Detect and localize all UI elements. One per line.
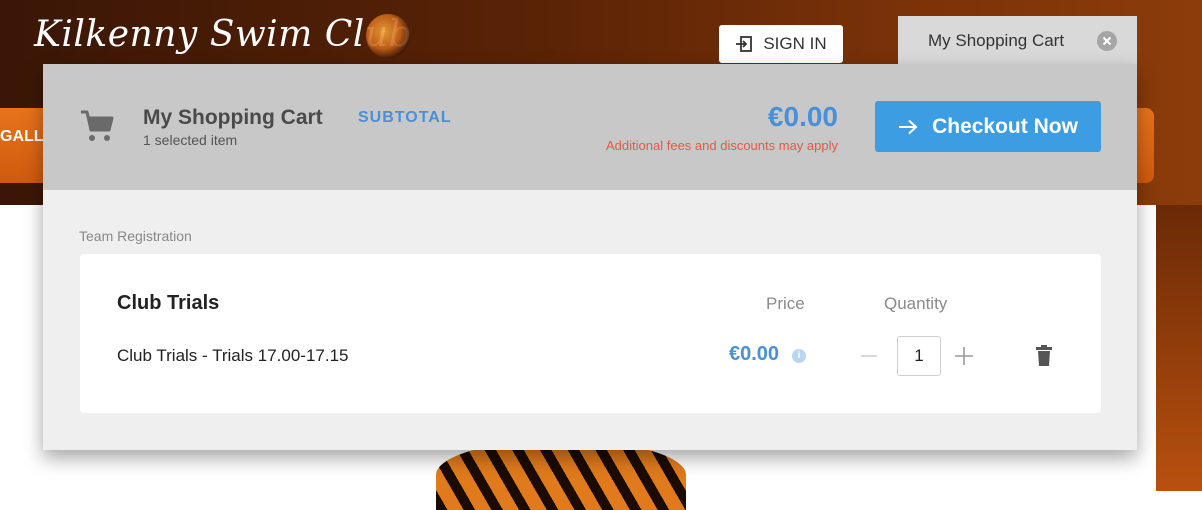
info-icon[interactable]: i xyxy=(792,349,806,363)
checkout-label: Checkout Now xyxy=(932,114,1078,138)
checkout-button[interactable]: Checkout Now xyxy=(875,101,1101,152)
shopping-cart-panel: My Shopping Cart 1 selected item SUBTOTA… xyxy=(43,64,1137,450)
quantity-increase-button[interactable] xyxy=(952,340,976,372)
quantity-header: Quantity xyxy=(884,294,948,313)
cart-title: My Shopping Cart xyxy=(143,106,323,129)
cart-item-card: Club Trials Price Quantity Club Trials -… xyxy=(80,254,1101,413)
item-price: €0.00 xyxy=(729,343,780,365)
cart-tab[interactable]: My Shopping Cart xyxy=(898,16,1137,66)
tiger-logo-icon xyxy=(366,14,410,58)
sign-in-button[interactable]: SIGN IN xyxy=(719,25,843,63)
quantity-input[interactable] xyxy=(897,336,941,376)
price-header: Price xyxy=(766,294,805,313)
plus-icon xyxy=(955,347,973,365)
arrow-right-icon xyxy=(899,119,918,134)
cart-icon xyxy=(81,110,114,141)
subtotal-label: SUBTOTAL xyxy=(358,109,452,126)
cart-header: My Shopping Cart 1 selected item SUBTOTA… xyxy=(43,64,1137,190)
tiger-image xyxy=(436,440,686,510)
trash-icon[interactable] xyxy=(1035,345,1053,367)
section-label: Team Registration xyxy=(79,228,192,244)
fees-note: Additional fees and discounts may apply xyxy=(606,138,838,153)
minus-icon xyxy=(861,355,877,357)
cart-tab-label: My Shopping Cart xyxy=(928,31,1065,50)
sign-in-icon xyxy=(736,36,753,52)
item-title: Club Trials xyxy=(117,292,220,314)
cart-item-count: 1 selected item xyxy=(143,132,238,148)
nav-item-gallery[interactable]: GALL xyxy=(0,128,44,146)
close-icon[interactable] xyxy=(1097,31,1117,51)
item-name: Club Trials - Trials 17.00-17.15 xyxy=(117,346,349,365)
subtotal-amount: €0.00 xyxy=(767,101,838,132)
site-side-strip xyxy=(1156,205,1202,491)
quantity-decrease-button[interactable] xyxy=(858,340,880,372)
sign-in-label: SIGN IN xyxy=(763,34,827,53)
site-logo[interactable]: Kilkenny Swim Club xyxy=(34,14,412,55)
